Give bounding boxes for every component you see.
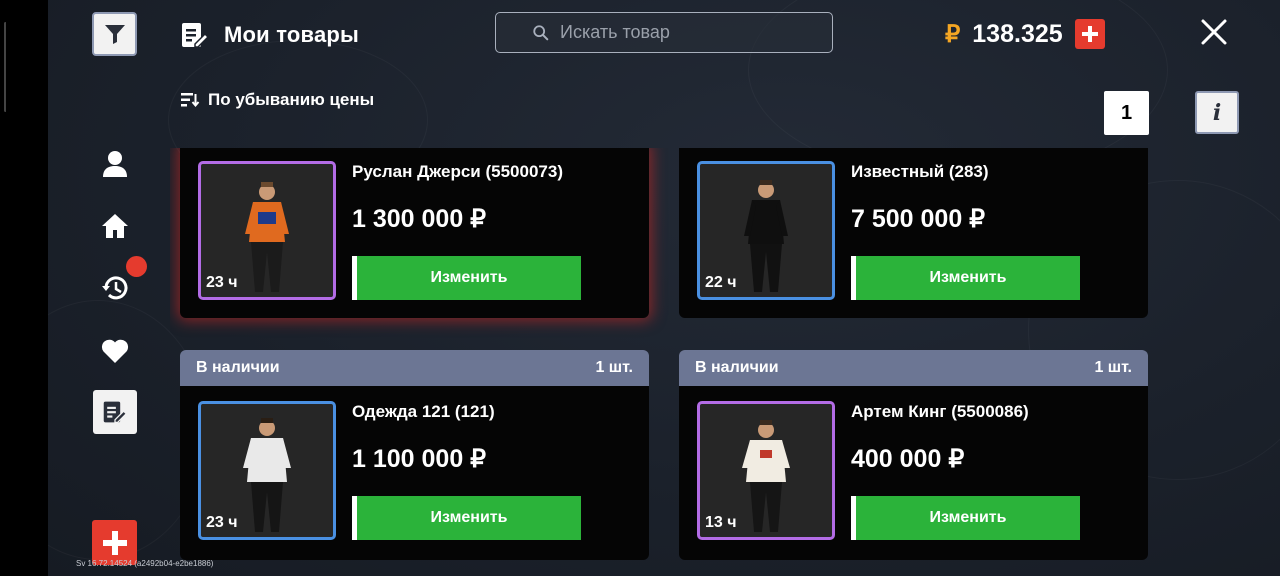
edit-list-icon	[103, 401, 128, 424]
stock-quantity: 1 шт.	[595, 359, 633, 376]
nav-profile[interactable]	[100, 149, 130, 179]
nav-my-items[interactable]	[93, 390, 137, 434]
item-thumbnail[interactable]: 23 ч	[198, 401, 336, 540]
product-card: В наличии 1 шт. 13 ч Артем Кинг (5500086…	[679, 350, 1148, 560]
item-name: Известный (283)	[851, 162, 989, 181]
product-grid: 23 ч Руслан Джерси (5500073) 1 300 000 ₽…	[170, 148, 1170, 576]
item-name: Одежда 121 (121)	[352, 402, 495, 421]
sort-descending-icon	[181, 93, 200, 108]
item-name: Артем Кинг (5500086)	[851, 402, 1029, 421]
filter-icon	[104, 25, 125, 44]
home-icon	[102, 214, 128, 238]
user-icon	[103, 151, 127, 177]
item-time-left: 13 ч	[705, 514, 737, 531]
edit-button[interactable]: Изменить	[851, 256, 1080, 300]
card-body: 22 ч Известный (283) 7 500 000 ₽ Изменит…	[679, 148, 1148, 318]
item-name: Руслан Джерси (5500073)	[352, 162, 563, 181]
history-icon	[102, 276, 128, 300]
heart-icon	[101, 339, 129, 363]
page-number[interactable]: 1	[1104, 91, 1149, 135]
top-up-button[interactable]	[1074, 19, 1105, 49]
product-card: 23 ч Руслан Джерси (5500073) 1 300 000 ₽…	[180, 148, 649, 318]
search-input[interactable]	[560, 22, 800, 43]
card-body: 23 ч Руслан Джерси (5500073) 1 300 000 ₽…	[180, 148, 649, 318]
notification-dot	[126, 256, 147, 277]
stock-header: В наличии 1 шт.	[180, 350, 649, 386]
stock-header: В наличии 1 шт.	[679, 350, 1148, 386]
sort-dropdown[interactable]: По убыванию цены	[180, 88, 374, 112]
product-card: 22 ч Известный (283) 7 500 000 ₽ Изменит…	[679, 148, 1148, 318]
nav-history[interactable]	[100, 273, 130, 303]
item-thumbnail[interactable]: 13 ч	[697, 401, 835, 540]
item-time-left: 23 ч	[206, 274, 238, 291]
item-thumbnail[interactable]: 22 ч	[697, 161, 835, 300]
page-header: Мои товары	[180, 20, 359, 50]
plus-icon	[102, 530, 127, 555]
item-price: 400 000 ₽	[851, 445, 965, 473]
search-icon	[533, 24, 549, 40]
balance-amount: 138.325	[972, 19, 1063, 48]
card-body: 23 ч Одежда 121 (121) 1 100 000 ₽ Измени…	[180, 386, 649, 560]
info-button[interactable]: i	[1195, 91, 1239, 134]
edit-button[interactable]: Изменить	[352, 496, 581, 540]
item-time-left: 22 ч	[705, 274, 737, 291]
item-price: 1 100 000 ₽	[352, 445, 487, 473]
sort-label: По убыванию цены	[208, 90, 375, 109]
stock-status: В наличии	[196, 359, 280, 376]
screen-edge	[0, 0, 48, 576]
item-thumbnail[interactable]: 23 ч	[198, 161, 336, 300]
item-price: 1 300 000 ₽	[352, 205, 487, 233]
product-card: В наличии 1 шт. 23 ч Одежда 121 (121) 1 …	[180, 350, 649, 560]
close-icon[interactable]	[1198, 16, 1230, 48]
filter-button[interactable]	[92, 12, 137, 56]
item-time-left: 23 ч	[206, 514, 238, 531]
stock-quantity: 1 шт.	[1094, 359, 1132, 376]
nav-home[interactable]	[100, 211, 130, 241]
edit-list-icon	[182, 23, 210, 48]
stock-status: В наличии	[695, 359, 779, 376]
edit-button[interactable]: Изменить	[851, 496, 1080, 540]
item-price: 7 500 000 ₽	[851, 205, 986, 233]
card-body: 13 ч Артем Кинг (5500086) 400 000 ₽ Изме…	[679, 386, 1148, 560]
edit-button[interactable]: Изменить	[352, 256, 581, 300]
plus-icon	[1081, 26, 1098, 42]
balance-display: ₽ 138.325	[945, 18, 1105, 50]
search-bar[interactable]	[495, 12, 833, 53]
ruble-icon: ₽	[945, 20, 961, 48]
page-title: Мои товары	[224, 22, 360, 47]
nav-favorites[interactable]	[100, 336, 130, 366]
